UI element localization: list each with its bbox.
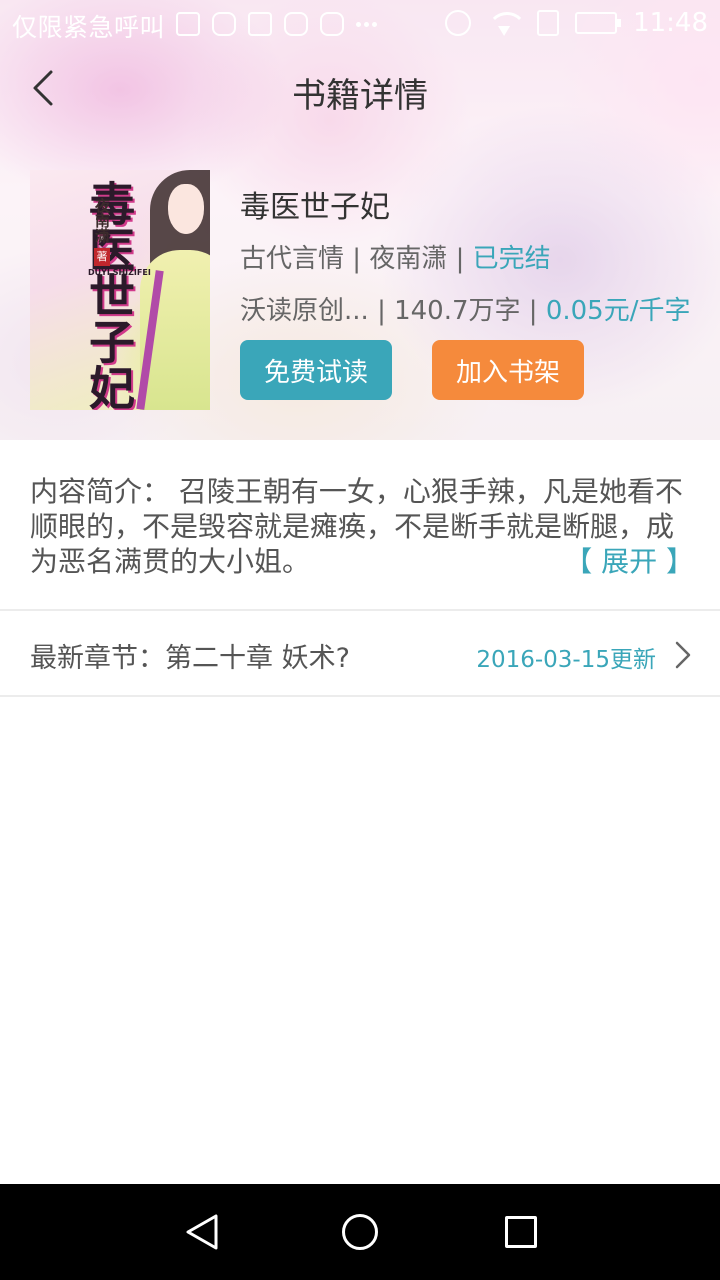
cloud-notification-icon — [320, 12, 344, 36]
latest-chapter-label: 最新章节：第二十章 妖术? — [30, 643, 350, 674]
latest-chapter-date: 2016-03-15更新 — [476, 647, 656, 673]
divider — [0, 609, 720, 611]
nav-recent-icon[interactable] — [505, 1216, 537, 1248]
status-right-icons: 11:48 — [445, 8, 708, 38]
book-author[interactable]: 夜南潇 — [369, 244, 447, 274]
add-to-shelf-button[interactable]: 加入书架 — [432, 340, 584, 400]
cover-title: 毒医世子妃 — [82, 180, 136, 410]
carrier-label: 仅限紧急呼叫 — [12, 13, 166, 42]
alarm-icon — [445, 10, 472, 36]
book-summary: 内容简介： 召陵王朝有一女，心狠手辣，凡是她看不顺眼的，不是毁容就是瘫痪，不是断… — [30, 474, 694, 579]
book-status: 已完结 — [472, 244, 551, 274]
image-notification-icon — [176, 12, 200, 36]
sim-card-icon — [537, 10, 560, 36]
cover-author: 夜南潇 — [93, 198, 111, 243]
book-cover[interactable]: 毒医世子妃 夜南潇 著 DUYI SHIZIFEI — [30, 170, 210, 410]
cover-pinyin: DUYI SHIZIFEI — [88, 268, 151, 277]
book-title: 毒医世子妃 — [240, 190, 390, 225]
chevron-right-icon — [675, 641, 691, 669]
keyboard-notification-icon — [248, 12, 272, 36]
book-meta-line-1: 古代言情 | 夜南潇 | 已完结 — [240, 244, 551, 274]
navigation-bar — [0, 1184, 720, 1280]
latest-chapter-row[interactable]: 最新章节：第二十章 妖术? 2016-03-15更新 — [0, 612, 720, 696]
cover-seal: 著 — [94, 248, 110, 266]
wifi-icon — [487, 10, 522, 36]
book-price: 0.05元/千字 — [545, 296, 691, 326]
app-notification-icon-2 — [284, 12, 308, 36]
app-notification-icon — [212, 12, 236, 36]
free-read-button[interactable]: 免费试读 — [240, 340, 392, 400]
more-notifications-icon — [356, 12, 380, 36]
status-bar: 仅限紧急呼叫 11:48 — [0, 0, 720, 50]
battery-icon — [575, 12, 622, 34]
page-title: 书籍详情 — [292, 76, 428, 116]
nav-back-icon[interactable] — [182, 1212, 222, 1252]
expand-summary-button[interactable]: 【 展开 】 — [556, 544, 694, 579]
book-publisher: 沃读原创... — [240, 296, 369, 326]
status-time: 11:48 — [633, 8, 708, 38]
book-meta-line-2: 沃读原创... | 140.7万字 | 0.05元/千字 — [240, 296, 691, 326]
title-bar: 书籍详情 — [0, 52, 720, 132]
notification-icons — [176, 12, 380, 36]
book-category: 古代言情 — [240, 244, 345, 274]
book-word-count: 140.7万字 — [394, 296, 521, 326]
nav-home-icon[interactable] — [342, 1214, 378, 1250]
divider — [0, 695, 720, 697]
